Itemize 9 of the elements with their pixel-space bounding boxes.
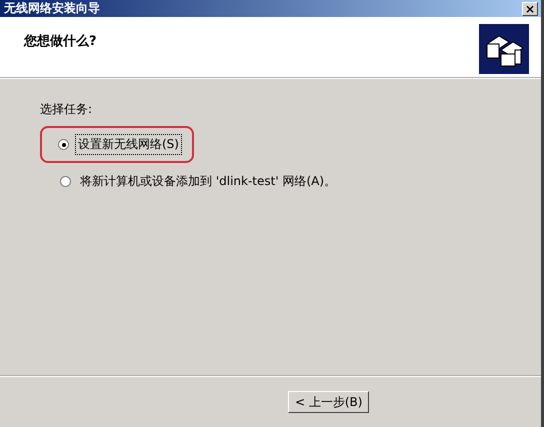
page-heading: 您想做什么? bbox=[24, 33, 97, 50]
close-button[interactable]: × bbox=[522, 2, 538, 16]
window-title: 无线网络安装向导 bbox=[4, 0, 100, 17]
option-label[interactable]: 设置新无线网络(S) bbox=[75, 134, 182, 155]
radio-button[interactable] bbox=[58, 139, 69, 150]
option-label[interactable]: 将新计算机或设备添加到 'dlink-test' 网络(A)。 bbox=[77, 171, 340, 192]
back-button[interactable]: < 上一步(B) bbox=[288, 391, 370, 413]
radio-button[interactable] bbox=[60, 176, 71, 187]
task-label: 选择任务: bbox=[40, 101, 94, 118]
